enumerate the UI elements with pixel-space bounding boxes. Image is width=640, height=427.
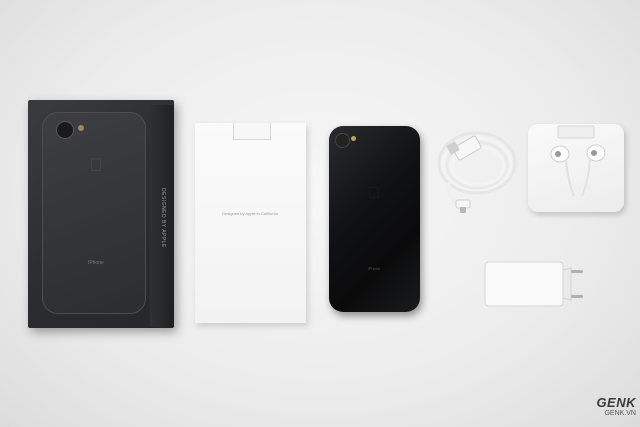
box-camera-icon (56, 121, 74, 139)
box-side-label: DESIGNED BY APPLE (160, 188, 166, 248)
earpods (550, 125, 606, 197)
iphone-device (329, 126, 420, 312)
manual-tab (233, 123, 271, 140)
watermark: GENK GENK.VN (556, 396, 636, 418)
watermark-url: GENK.VN (604, 410, 636, 417)
lightning-cable (437, 131, 517, 213)
phone-flash-icon (351, 136, 356, 141)
phone-apple-logo-icon:  (366, 185, 382, 203)
watermark-logo: GENK (596, 395, 636, 410)
phone-label: iPhone (367, 266, 381, 271)
box-front-label: iPhone (88, 260, 104, 266)
usb-power-adapter (484, 261, 583, 307)
phone-camera-icon (335, 133, 350, 148)
manual-booklet (195, 123, 306, 323)
box-phone-image (42, 112, 146, 314)
manual-label: Designed by Apple in California (222, 211, 278, 216)
apple-logo-icon:  (87, 155, 105, 175)
box-flash-icon (78, 125, 84, 131)
